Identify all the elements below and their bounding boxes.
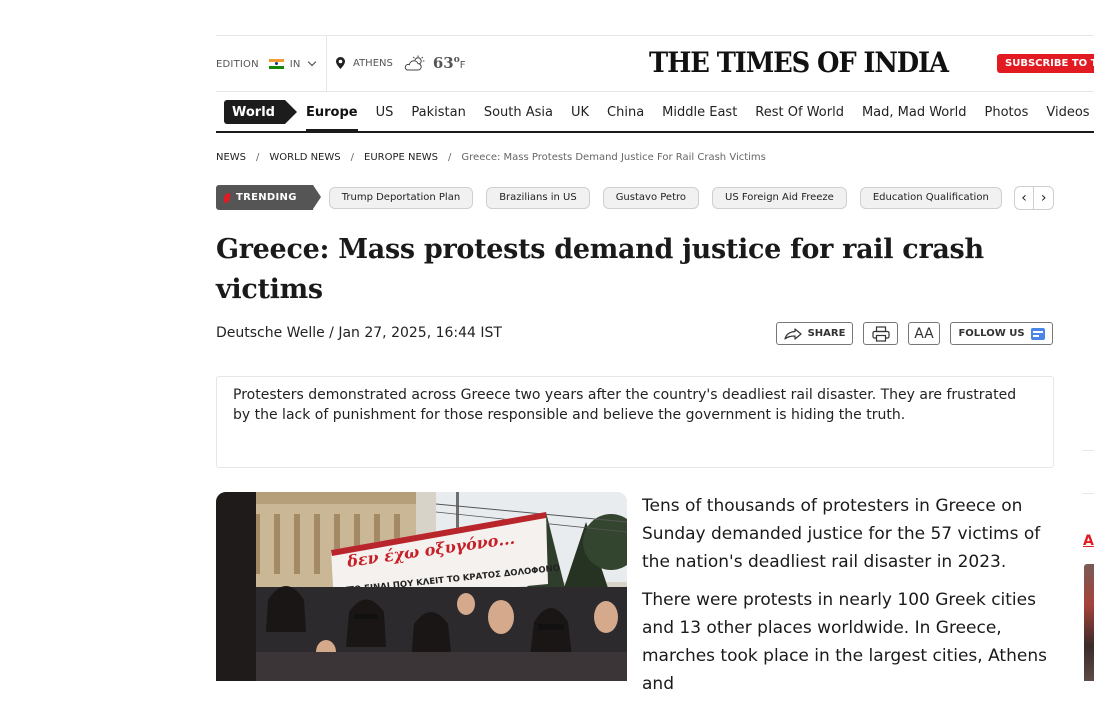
font-size-button[interactable]: AA xyxy=(908,322,940,345)
breadcrumb-separator: / xyxy=(448,152,452,163)
article-paragraph: Tens of thousands of protesters in Greec… xyxy=(642,496,1041,572)
rail-divider xyxy=(1083,450,1094,451)
chevron-down-icon xyxy=(307,57,316,67)
nav-item-photos[interactable]: Photos xyxy=(984,105,1028,120)
location-pin-icon xyxy=(336,57,345,69)
breadcrumb-world-news[interactable]: WORLD NEWS xyxy=(269,152,340,163)
nav-item-mad-mad-world[interactable]: Mad, Mad World xyxy=(862,105,967,120)
edition-selector[interactable]: EDITION IN xyxy=(216,56,316,72)
header-divider xyxy=(326,36,327,91)
rail-thumbnail[interactable] xyxy=(1084,564,1094,681)
edition-label: EDITION xyxy=(216,58,259,70)
location-name: ATHENS xyxy=(353,57,393,69)
section-nav: World Europe US Pakistan South Asia UK C… xyxy=(216,92,1094,132)
nav-item-us[interactable]: US xyxy=(376,105,394,120)
flame-icon xyxy=(223,192,231,203)
nav-item-china[interactable]: China xyxy=(607,105,644,120)
article-summary: Protesters demonstrated across Greece tw… xyxy=(216,376,1054,468)
temperature: 63oF xyxy=(432,54,466,72)
google-news-icon xyxy=(1030,327,1045,340)
breadcrumb-current: Greece: Mass Protests Demand Justice For… xyxy=(461,152,766,163)
trending-pill[interactable]: Trump Deportation Plan xyxy=(328,186,474,209)
trending-label: TRENDING xyxy=(216,185,321,210)
nav-item-europe[interactable]: Europe xyxy=(305,105,358,132)
share-button[interactable]: SHARE xyxy=(776,322,853,345)
section-world-label[interactable]: World xyxy=(224,100,297,124)
weather-widget[interactable]: ATHENS 63oF xyxy=(336,54,466,72)
edition-code: IN xyxy=(289,58,301,70)
follow-us-button[interactable]: FOLLOW US xyxy=(950,322,1053,345)
article-byline: Deutsche Welle / Jan 27, 2025, 16:44 IST xyxy=(216,325,502,341)
protest-photo: δεν έχω οξυγόνο... ΑΥΤΟ ΕΙΝΑΙ ΠΟΥ ΚΛΕΙΤ … xyxy=(216,492,627,681)
nav-item-pakistan[interactable]: Pakistan xyxy=(411,105,465,120)
trending-bar: TRENDING Trump Deportation Plan Brazilia… xyxy=(216,185,1054,210)
chevron-left-icon[interactable]: ‹ xyxy=(1015,187,1034,209)
rail-divider xyxy=(1083,493,1094,494)
article-headline: Greece: Mass protests demand justice for… xyxy=(216,234,984,305)
rail-link[interactable]: A xyxy=(1083,533,1094,549)
breadcrumb-europe-news[interactable]: EUROPE NEWS xyxy=(364,152,438,163)
india-flag-icon xyxy=(268,59,284,69)
nav-item-south-asia[interactable]: South Asia xyxy=(484,105,553,120)
breadcrumb-news[interactable]: NEWS xyxy=(216,152,246,163)
nav-item-middle-east[interactable]: Middle East xyxy=(662,105,737,120)
subsection-list: Europe US Pakistan South Asia UK China M… xyxy=(305,105,1094,132)
header-top-divider xyxy=(216,35,1094,36)
trending-pager: ‹ › xyxy=(1013,185,1054,210)
trending-pill[interactable]: Gustavo Petro xyxy=(602,186,700,209)
chevron-right-icon[interactable]: › xyxy=(1033,186,1053,209)
nav-item-uk[interactable]: UK xyxy=(571,105,589,120)
share-icon xyxy=(783,327,802,340)
article-photo[interactable]: δεν έχω οξυγόνο... ΑΥΤΟ ΕΙΝΑΙ ΠΟΥ ΚΛΕΙΤ … xyxy=(216,492,627,681)
nav-item-rest-of-world[interactable]: Rest Of World xyxy=(755,105,844,120)
trending-pill[interactable]: US Foreign Aid Freeze xyxy=(712,186,847,209)
print-button[interactable] xyxy=(863,322,898,345)
breadcrumb-separator: / xyxy=(256,152,260,163)
article-body: Tens of thousands of protesters in Greec… xyxy=(642,492,1057,708)
trending-pill[interactable]: Education Qualification xyxy=(859,186,1002,209)
nav-bottom-rule xyxy=(216,131,1094,133)
partly-cloudy-icon xyxy=(404,55,425,71)
breadcrumb: NEWS / WORLD NEWS / EUROPE NEWS / Greece… xyxy=(216,152,766,163)
subscribe-button[interactable]: SUBSCRIBE TO T xyxy=(997,54,1094,73)
nav-item-videos[interactable]: Videos xyxy=(1046,105,1089,120)
article-tools: SHARE AA FOLLOW US xyxy=(776,322,1053,345)
breadcrumb-separator: / xyxy=(350,152,354,163)
trending-pill[interactable]: Brazilians in US xyxy=(486,186,590,209)
printer-icon xyxy=(871,325,890,342)
article-paragraph: There were protests in nearly 100 Greek … xyxy=(642,590,1047,694)
site-logo[interactable]: THE TIMES OF INDIA xyxy=(649,46,949,79)
